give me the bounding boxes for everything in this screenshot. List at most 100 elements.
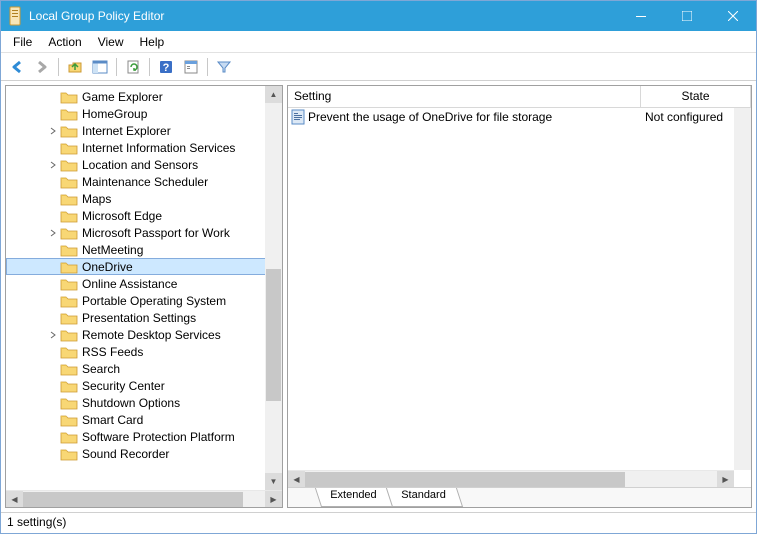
chevron-right-icon	[48, 244, 60, 256]
close-button[interactable]	[710, 1, 756, 31]
tree-item[interactable]: Microsoft Passport for Work	[6, 224, 282, 241]
chevron-right-icon	[48, 261, 60, 273]
tree-item[interactable]: Portable Operating System	[6, 292, 282, 309]
folder-icon	[60, 209, 78, 223]
scroll-thumb[interactable]	[266, 269, 281, 401]
tree-item-label: Presentation Settings	[82, 311, 196, 325]
tree-horizontal-scrollbar[interactable]: ◀ ▶	[6, 490, 282, 507]
folder-icon	[60, 141, 78, 155]
show-hide-tree-button[interactable]	[88, 55, 112, 79]
menu-file[interactable]: File	[5, 33, 40, 51]
folder-icon	[60, 226, 78, 240]
tree-item[interactable]: Software Protection Platform	[6, 428, 282, 445]
tree-item[interactable]: Sound Recorder	[6, 445, 282, 462]
folder-icon	[60, 362, 78, 376]
tree-item[interactable]: Remote Desktop Services	[6, 326, 282, 343]
scroll-track[interactable]	[305, 471, 717, 487]
chevron-right-icon	[48, 278, 60, 290]
chevron-right-icon	[48, 431, 60, 443]
list-body[interactable]: Prevent the usage of OneDrive for file s…	[288, 108, 751, 470]
tree-item-label: NetMeeting	[82, 243, 143, 257]
up-button[interactable]	[63, 55, 87, 79]
tree-body[interactable]: Game Explorer HomeGroupInternet ExplorerI…	[6, 86, 282, 490]
folder-icon	[60, 158, 78, 172]
details-horizontal-scrollbar[interactable]: ◀ ▶	[288, 470, 734, 487]
back-button[interactable]	[5, 55, 29, 79]
tree-item-label: Smart Card	[82, 413, 143, 427]
tree-item[interactable]: NetMeeting	[6, 241, 282, 258]
scroll-track[interactable]	[265, 103, 282, 473]
tree-item[interactable]: Internet Information Services	[6, 139, 282, 156]
refresh-button[interactable]	[121, 55, 145, 79]
menu-help[interactable]: Help	[132, 33, 173, 51]
folder-icon	[60, 124, 78, 138]
chevron-right-icon[interactable]	[48, 227, 60, 239]
tree-item[interactable]: Security Center	[6, 377, 282, 394]
toolbar-separator	[58, 58, 59, 76]
folder-icon	[60, 396, 78, 410]
tree-item-label: Remote Desktop Services	[82, 328, 221, 342]
tree-item[interactable]: OneDrive	[6, 258, 282, 275]
tree-item[interactable]: Presentation Settings	[6, 309, 282, 326]
chevron-right-icon	[48, 346, 60, 358]
folder-icon	[60, 90, 78, 104]
tree-item[interactable]: Game Explorer	[6, 88, 282, 105]
tree-item[interactable]: Maintenance Scheduler	[6, 173, 282, 190]
tree-item-label: RSS Feeds	[82, 345, 143, 359]
scroll-left-icon[interactable]: ◀	[288, 471, 305, 487]
statusbar: 1 setting(s)	[1, 513, 756, 533]
tab-standard[interactable]: Standard	[386, 488, 463, 507]
folder-icon	[60, 192, 78, 206]
scroll-down-icon[interactable]: ▼	[265, 473, 282, 490]
tree-item-label: Portable Operating System	[82, 294, 226, 308]
tree-item[interactable]: Shutdown Options	[6, 394, 282, 411]
tree-item-label: Maps	[82, 192, 111, 206]
chevron-right-icon	[48, 363, 60, 375]
details-vertical-scrollbar[interactable]	[734, 108, 751, 470]
menu-view[interactable]: View	[90, 33, 132, 51]
list-item[interactable]: Prevent the usage of OneDrive for file s…	[288, 108, 751, 126]
column-state[interactable]: State	[641, 86, 751, 107]
folder-icon	[60, 379, 78, 393]
chevron-right-icon	[48, 380, 60, 392]
tree-item[interactable]: Maps	[6, 190, 282, 207]
minimize-button[interactable]	[618, 1, 664, 31]
tree-item-label: Location and Sensors	[82, 158, 198, 172]
window-title: Local Group Policy Editor	[29, 9, 618, 23]
scroll-left-icon[interactable]: ◀	[6, 491, 23, 507]
folder-icon	[60, 175, 78, 189]
scroll-thumb[interactable]	[305, 472, 625, 487]
tree-item[interactable]: Microsoft Edge	[6, 207, 282, 224]
forward-button[interactable]	[30, 55, 54, 79]
chevron-right-icon[interactable]	[48, 159, 60, 171]
tree-item[interactable]: Search	[6, 360, 282, 377]
chevron-right-icon[interactable]	[48, 125, 60, 137]
tree-item-label: Sound Recorder	[82, 447, 169, 461]
properties-button[interactable]	[179, 55, 203, 79]
scroll-track[interactable]	[23, 491, 265, 507]
folder-icon	[60, 294, 78, 308]
tree-item[interactable]: Online Assistance	[6, 275, 282, 292]
scroll-thumb[interactable]	[23, 492, 243, 507]
scroll-right-icon[interactable]: ▶	[717, 471, 734, 487]
tree-item[interactable]: Smart Card	[6, 411, 282, 428]
chevron-right-icon	[48, 176, 60, 188]
filter-button[interactable]	[212, 55, 236, 79]
column-setting[interactable]: Setting	[288, 86, 641, 107]
tree-item[interactable]: Location and Sensors	[6, 156, 282, 173]
details-pane: Setting State Prevent the usage of OneDr…	[287, 85, 752, 508]
chevron-right-icon[interactable]	[48, 329, 60, 341]
help-button[interactable]: ?	[154, 55, 178, 79]
scroll-right-icon[interactable]: ▶	[265, 491, 282, 507]
tree-pane: Game Explorer HomeGroupInternet ExplorerI…	[5, 85, 283, 508]
scroll-up-icon[interactable]: ▲	[265, 86, 282, 103]
tree-item[interactable]: RSS Feeds	[6, 343, 282, 360]
tree-item[interactable]: Internet Explorer	[6, 122, 282, 139]
tree-item-label: HomeGroup	[82, 107, 147, 121]
tree-item[interactable]: HomeGroup	[6, 105, 282, 122]
maximize-button[interactable]	[664, 1, 710, 31]
menu-action[interactable]: Action	[40, 33, 89, 51]
tree-vertical-scrollbar[interactable]: ▲ ▼	[265, 86, 282, 490]
tree-item-label: Shutdown Options	[82, 396, 180, 410]
tab-extended[interactable]: Extended	[315, 488, 394, 507]
